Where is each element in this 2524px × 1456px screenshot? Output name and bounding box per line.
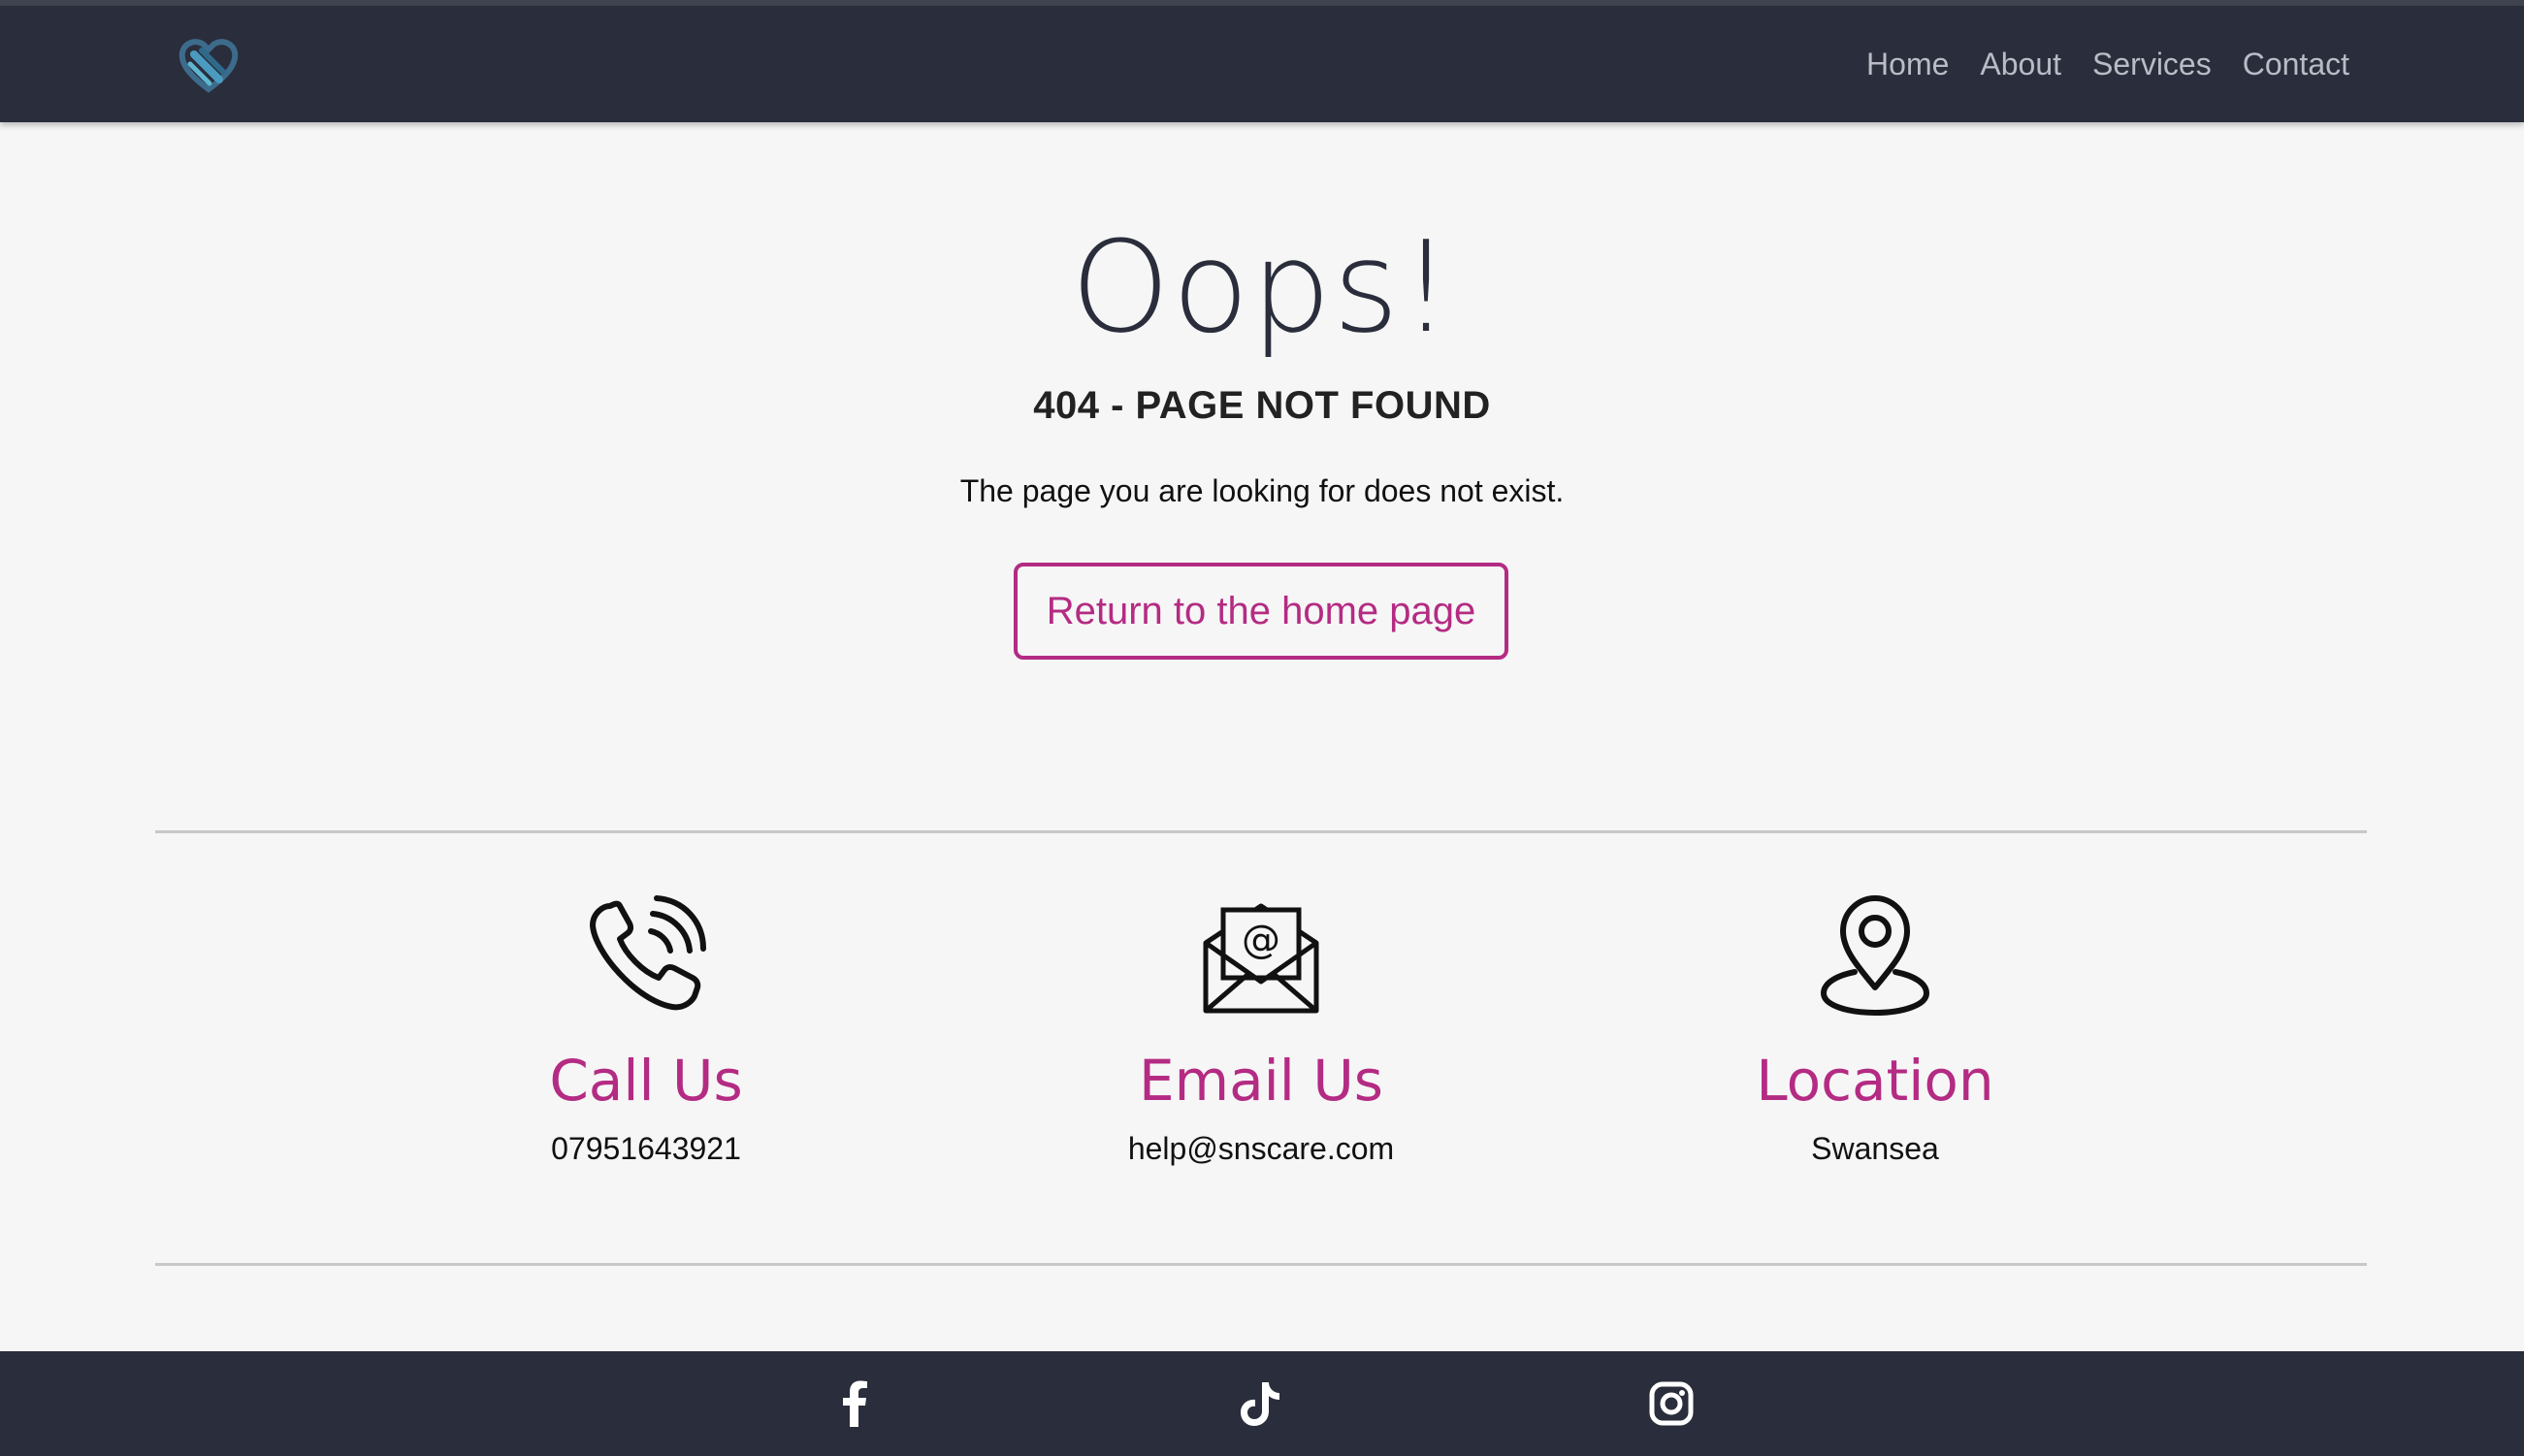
main-nav: Home About Services Contact [1866,47,2349,82]
top-navbar: Home About Services Contact [0,0,2524,122]
instagram-icon[interactable] [1644,1376,1699,1431]
nav-services-link[interactable]: Services [2092,47,2212,82]
nav-home-link[interactable]: Home [1866,47,1949,82]
nav-about-link[interactable]: About [1980,47,2061,82]
location-pin-icon [1820,895,1930,1017]
email-icon: @ [1203,903,1319,1014]
error-title: Oops! [1070,213,1454,361]
footer [0,1351,2524,1456]
error-description: The page you are looking for does not ex… [959,473,1565,508]
error-code: 404 - PAGE NOT FOUND [1033,384,1491,427]
contact-phone-number[interactable]: 07951643921 [404,1131,889,1167]
heart-logo-icon[interactable] [177,33,241,97]
return-home-button[interactable]: Return to the home page [1014,563,1508,660]
section-divider-top [155,830,2367,833]
page: Home About Services Contact Oops! 404 - … [0,0,2524,1456]
contact-email: @ Email Us help@snscare.com [1019,892,1504,1167]
nav-contact-link[interactable]: Contact [2243,47,2349,82]
svg-text:@: @ [1242,918,1280,962]
contact-email-heading: Email Us [1138,1048,1384,1114]
phone-icon [590,895,706,1011]
facebook-icon[interactable] [828,1376,883,1431]
contact-location-value: Swansea [1811,1131,1939,1166]
tiktok-icon[interactable] [1233,1376,1287,1431]
contact-location: Location Swansea [1633,892,2118,1167]
contact-location-heading: Location [1756,1048,1994,1114]
section-divider-bottom [155,1263,2367,1266]
contact-call: Call Us 07951643921 [404,892,889,1167]
contact-email-address[interactable]: help@snscare.com [1019,1131,1504,1167]
contact-call-heading: Call Us [549,1048,743,1114]
